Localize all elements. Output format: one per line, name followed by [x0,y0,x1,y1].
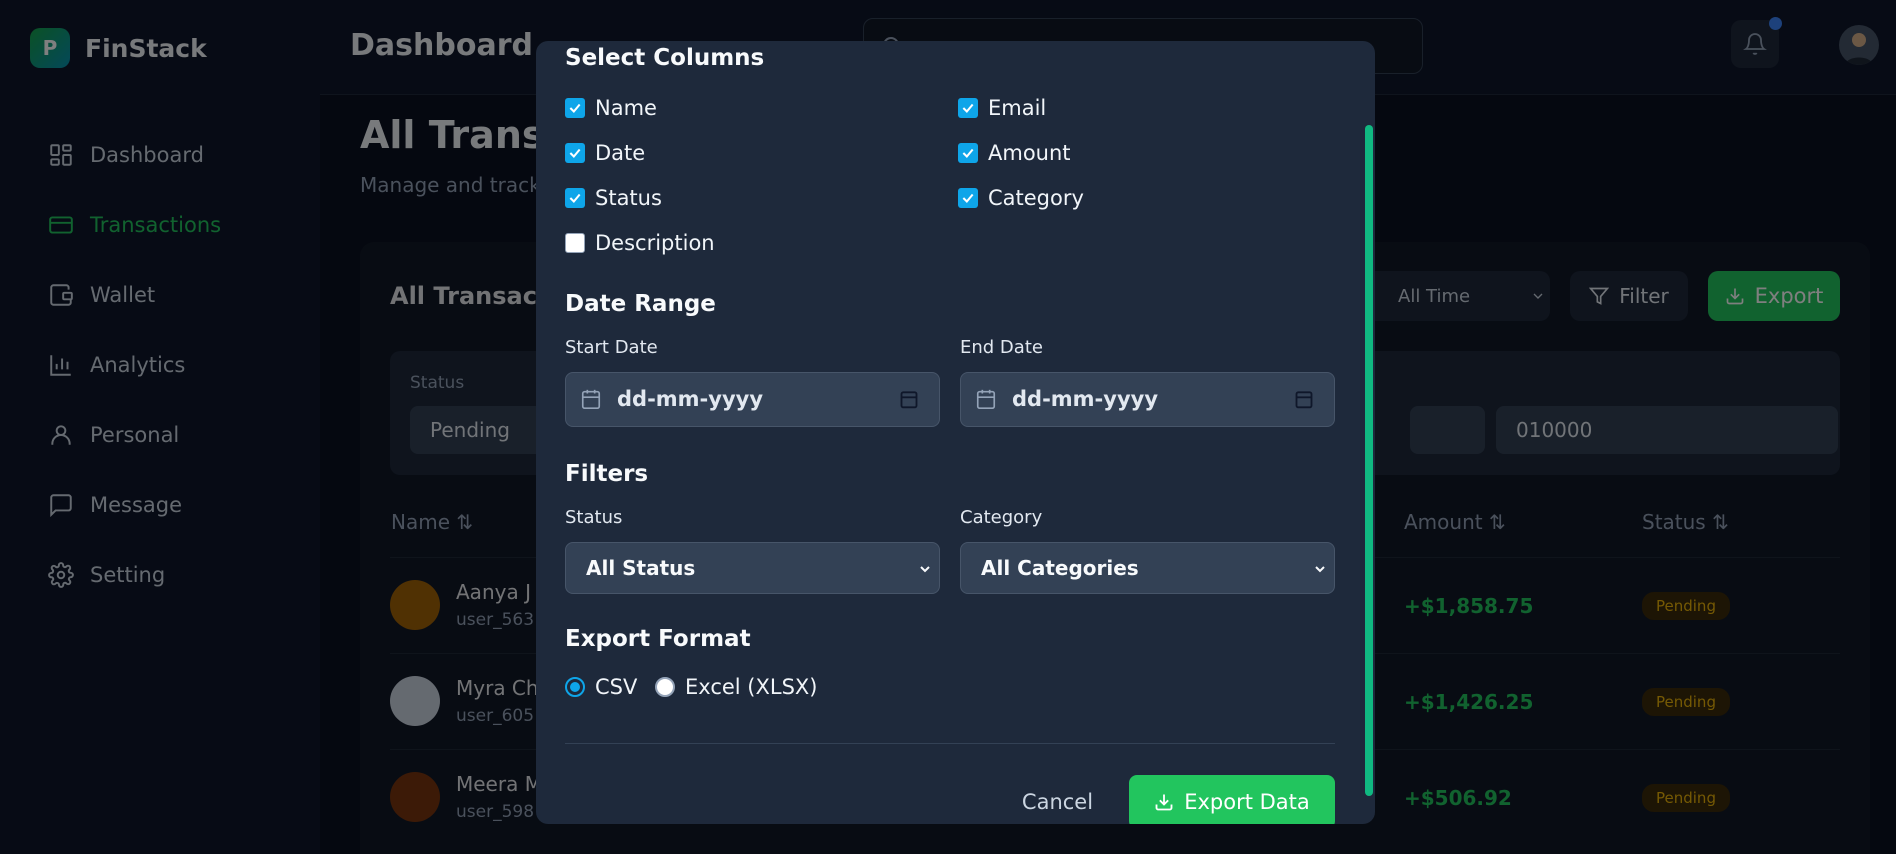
download-icon [1155,794,1173,811]
column-checkbox-description[interactable]: Description [565,231,715,255]
category-select-label: Category [960,507,1043,528]
checkbox-unchecked-icon [565,233,585,253]
chevron-down-icon [1315,566,1325,573]
checkbox-checked-icon [958,143,978,163]
end-date-label: End Date [960,337,1043,358]
export-modal: Select Columns Name Email Date Amount St… [536,41,1375,824]
radio-label: CSV [595,675,638,699]
radio-unselected-icon [655,677,675,697]
checkbox-checked-icon [565,188,585,208]
calendar-icon [581,389,601,409]
checkbox-checked-icon [958,98,978,118]
date-picker-icon[interactable] [899,389,919,409]
checkbox-label: Amount [988,141,1071,165]
status-select-label: Status [565,507,623,528]
checkbox-label: Status [595,186,662,210]
checkbox-label: Date [595,141,646,165]
column-checkbox-amount[interactable]: Amount [958,141,1071,165]
status-select-value: All Status [586,556,696,580]
select-columns-title: Select Columns [565,45,765,71]
category-select-value: All Categories [981,556,1139,580]
checkbox-checked-icon [565,143,585,163]
column-checkbox-date[interactable]: Date [565,141,645,165]
category-select[interactable]: All Categories [960,542,1335,594]
column-checkbox-category[interactable]: Category [958,186,1084,210]
date-placeholder: dd-mm-yyyy [1012,387,1159,411]
checkbox-label: Name [595,96,657,120]
end-date-input[interactable]: dd-mm-yyyy [960,372,1335,427]
radio-label: Excel (XLSX) [685,675,818,699]
cancel-button[interactable]: Cancel [976,776,1139,824]
export-data-label: Export Data [1184,790,1310,814]
start-date-label: Start Date [565,337,658,358]
format-radio-csv[interactable]: CSV [565,675,637,699]
filters-title: Filters [565,461,649,487]
checkbox-label: Category [988,186,1084,210]
start-date-input[interactable]: dd-mm-yyyy [565,372,940,427]
date-placeholder: dd-mm-yyyy [617,387,764,411]
date-picker-icon[interactable] [1294,389,1314,409]
modal-scrollbar[interactable] [1365,125,1373,796]
checkbox-checked-icon [958,188,978,208]
column-checkbox-name[interactable]: Name [565,96,657,120]
export-data-button[interactable]: Export Data [1129,775,1335,824]
calendar-icon [976,389,996,409]
divider [565,743,1335,744]
status-select[interactable]: All Status [565,542,940,594]
export-format-title: Export Format [565,626,751,652]
date-range-title: Date Range [565,291,716,317]
checkbox-label: Email [988,96,1047,120]
column-checkbox-status[interactable]: Status [565,186,662,210]
checkbox-label: Description [595,231,715,255]
radio-selected-icon [565,677,585,697]
format-radio-xlsx[interactable]: Excel (XLSX) [655,675,818,699]
chevron-down-icon [920,566,930,573]
checkbox-checked-icon [565,98,585,118]
column-checkbox-email[interactable]: Email [958,96,1046,120]
